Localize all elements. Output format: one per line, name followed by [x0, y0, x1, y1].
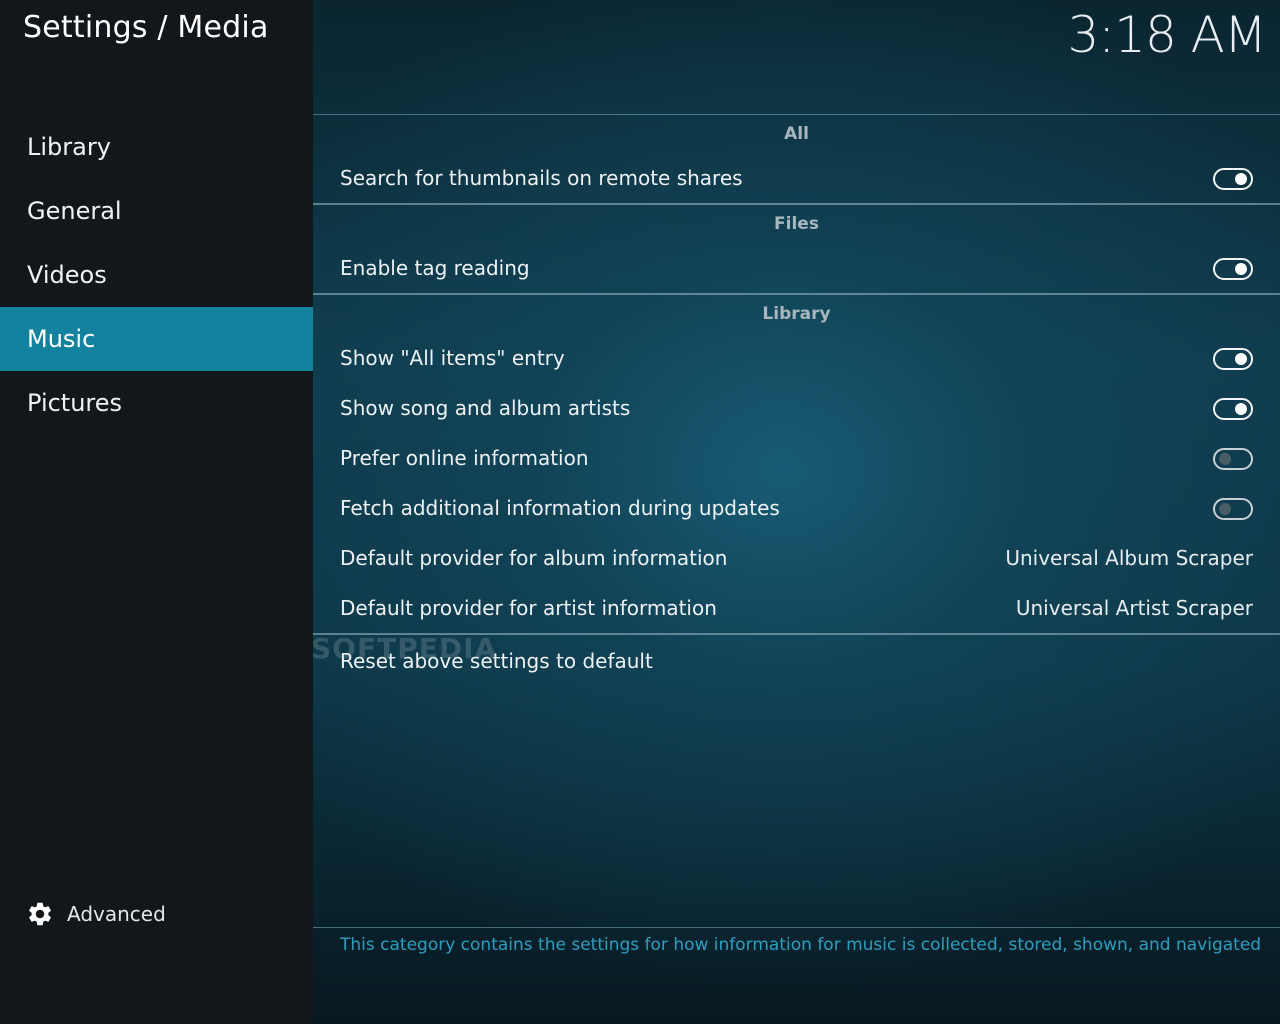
setting-label: Default provider for album information — [340, 546, 728, 570]
description-divider — [313, 927, 1280, 928]
setting-row-album-provider[interactable]: Default provider for album information U… — [313, 533, 1280, 583]
toggle-switch[interactable] — [1213, 498, 1253, 520]
setting-row-artist-provider[interactable]: Default provider for artist information … — [313, 583, 1280, 633]
setting-row-show-song-album-artists[interactable]: Show song and album artists — [313, 383, 1280, 433]
group-header-files: Files — [774, 214, 819, 234]
setting-label: Prefer online information — [340, 446, 589, 470]
advanced-label: Advanced — [67, 902, 166, 926]
sidebar-item-pictures[interactable]: Pictures — [0, 371, 313, 435]
clock: 3:18 AM — [1067, 6, 1267, 64]
settings-list: All Search for thumbnails on remote shar… — [313, 114, 1280, 687]
setting-row-enable-tag-reading[interactable]: Enable tag reading — [313, 243, 1280, 293]
toggle-knob — [1235, 173, 1247, 185]
app-window: Settings / Media Library General Videos … — [0, 0, 1280, 1024]
toggle-switch[interactable] — [1213, 168, 1253, 190]
setting-row-show-all-items[interactable]: Show "All items" entry — [313, 333, 1280, 383]
setting-value: Universal Artist Scraper — [1015, 596, 1253, 620]
setting-label: Default provider for artist information — [340, 596, 717, 620]
setting-row-search-thumbnails[interactable]: Search for thumbnails on remote shares — [313, 153, 1280, 203]
sidebar-nav: Library General Videos Music Pictures — [0, 115, 313, 435]
toggle-knob — [1235, 353, 1247, 365]
toggle-switch[interactable] — [1213, 448, 1253, 470]
reset-settings-button[interactable]: Reset above settings to default — [313, 635, 1280, 687]
sidebar-item-library[interactable]: Library — [0, 115, 313, 179]
toggle-knob — [1219, 453, 1231, 465]
gear-icon — [29, 902, 51, 926]
sidebar-item-music[interactable]: Music — [0, 307, 313, 371]
toggle-switch[interactable] — [1213, 348, 1253, 370]
category-description: This category contains the settings for … — [340, 935, 1262, 955]
setting-label: Fetch additional information during upda… — [340, 496, 780, 520]
setting-label: Show "All items" entry — [340, 346, 565, 370]
advanced-settings-button[interactable]: Advanced — [26, 897, 166, 931]
sidebar-item-general[interactable]: General — [0, 179, 313, 243]
page-title: Settings / Media — [23, 10, 269, 45]
setting-value: Universal Album Scraper — [1005, 546, 1253, 570]
setting-row-fetch-additional-info[interactable]: Fetch additional information during upda… — [313, 483, 1280, 533]
sidebar: Settings / Media Library General Videos … — [0, 0, 313, 1024]
setting-label: Enable tag reading — [340, 256, 530, 280]
group-header-all: All — [784, 124, 809, 144]
sidebar-item-videos[interactable]: Videos — [0, 243, 313, 307]
setting-label: Search for thumbnails on remote shares — [340, 166, 743, 190]
toggle-switch[interactable] — [1213, 398, 1253, 420]
toggle-knob — [1219, 503, 1231, 515]
toggle-switch[interactable] — [1213, 258, 1253, 280]
setting-row-prefer-online-info[interactable]: Prefer online information — [313, 433, 1280, 483]
toggle-knob — [1235, 403, 1247, 415]
toggle-knob — [1235, 263, 1247, 275]
reset-label: Reset above settings to default — [340, 649, 653, 673]
group-header-library: Library — [762, 304, 831, 324]
setting-label: Show song and album artists — [340, 396, 631, 420]
